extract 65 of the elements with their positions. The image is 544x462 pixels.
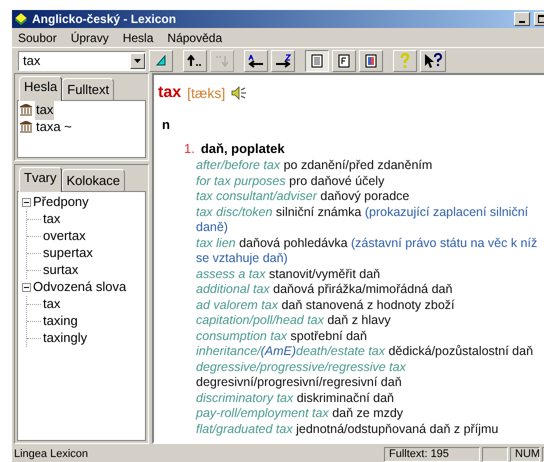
status-panel: Fulltext: 195 [384, 446, 480, 462]
question-mark-icon [399, 52, 411, 68]
dropdown-button[interactable] [130, 52, 145, 68]
example-entry: tax consultant/adviser daňový poradce [196, 189, 410, 204]
menu-item[interactable]: Hesla [122, 28, 154, 46]
example-entry: pay-roll/employment tax daň ze mzdy [196, 406, 404, 422]
example-entry: flat/graduated tax jednotná/odstupňovaná daň z příjmu [196, 422, 500, 437]
minimize-icon [519, 21, 525, 23]
form-icon [338, 54, 350, 68]
right-arrow-icon [275, 54, 291, 68]
bank-icon [19, 104, 33, 116]
tree-leaf[interactable]: overtax [41, 226, 86, 246]
pronunciation: [tæks] [187, 84, 226, 103]
tree-node[interactable]: Odvozená slova [33, 277, 126, 297]
example-entry: after/before tax po zdanění/před zdaněním [196, 158, 434, 174]
book-icon [14, 12, 28, 26]
triangle-icon [155, 54, 167, 66]
example-entry: capitation/poll/head tax daň z hlavy [196, 313, 392, 328]
status-panel: NUM [510, 446, 540, 462]
tree-leaf[interactable]: taxingly [41, 328, 88, 348]
collapse-icon[interactable] [22, 198, 31, 206]
colored-document-icon [365, 54, 377, 68]
headword: tax [158, 83, 182, 103]
status-panel-empty [482, 446, 508, 462]
menu-item[interactable]: Nápověda [167, 28, 222, 46]
tree-leaf[interactable]: taxing [41, 311, 78, 331]
tab[interactable]: Tvary [19, 167, 62, 192]
window-title: Anglicko-český - Lexicon [32, 11, 176, 28]
tree-leaf[interactable]: surtax [41, 260, 78, 280]
sense-text: daň, poplatek [200, 140, 285, 158]
tree-leaf[interactable]: supertax [41, 243, 93, 263]
example-entry: assess a tax stanovit/vyměřit daň [196, 266, 382, 282]
example-entry: additional tax daňová přirážka/mimořádná daň [196, 282, 454, 298]
document-icon [311, 54, 323, 68]
part-of-speech: n [162, 116, 170, 134]
down-arrow-icon [214, 54, 230, 66]
minimize-button[interactable] [514, 12, 530, 26]
example-entry: for tax purposes pro daňové účely [196, 174, 386, 189]
headword-item[interactable]: tax [35, 100, 54, 120]
up-arrow-icon [187, 54, 203, 66]
sense-number: 1. [184, 140, 195, 158]
menu-item[interactable]: Úpravy [70, 28, 109, 46]
tree-leaf[interactable]: tax [41, 209, 60, 229]
tree-node[interactable]: Předpony [33, 192, 89, 212]
example-entry: consumption tax spotřební daň [196, 328, 368, 344]
example-entry: discriminatory tax diskriminační daň [196, 390, 395, 406]
example-entry: tax disc/token silniční známka (prokazující zaplacení silniční daně) [196, 204, 530, 236]
maximize-icon [538, 15, 544, 23]
menu-item[interactable]: Soubor [18, 28, 57, 46]
caret-icon [134, 58, 141, 62]
bank-icon [19, 121, 33, 133]
tab[interactable]: Fulltext [62, 78, 114, 100]
status-text: Lingea Lexicon [14, 446, 90, 462]
example-entry: tax lien daňová pohledávka (zástavní právo státu na věc k níž se vztahuje daň) [196, 236, 538, 266]
collapse-icon[interactable] [22, 282, 31, 292]
tree-leaf[interactable]: tax [41, 294, 60, 314]
left-arrow-icon [248, 54, 264, 68]
example-entry: inheritance/(AmE)death/estate tax dědická/pozůstalostní daň [196, 344, 534, 360]
example-entry: ad valorem tax daň stanovená z hodnoty zboží [196, 298, 456, 313]
headword-item[interactable]: taxa ~ [35, 117, 73, 137]
tab[interactable]: Hesla [19, 76, 62, 100]
toolbar-button[interactable] [305, 50, 329, 72]
tab[interactable]: Kolokace [62, 169, 125, 190]
speaker-icon[interactable] [231, 86, 248, 100]
pointer-question-icon [424, 52, 442, 68]
